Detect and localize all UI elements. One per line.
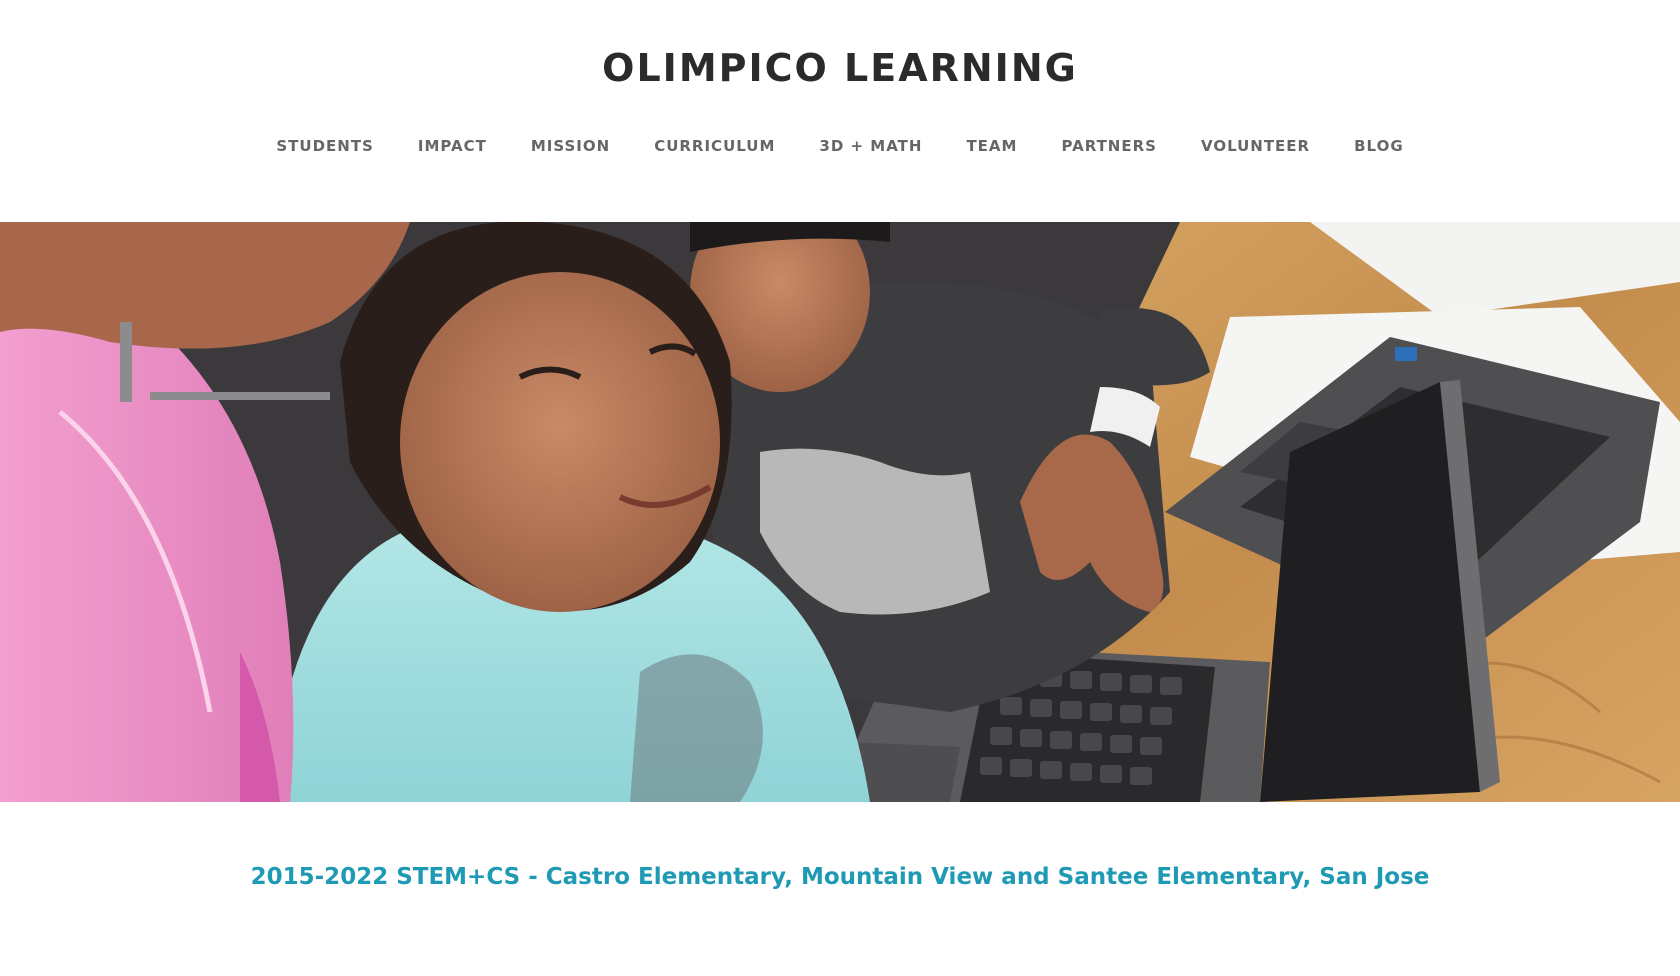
site-title[interactable]: OLIMPICO LEARNING bbox=[0, 42, 1680, 94]
nav-item-3d-math[interactable]: 3D + MATH bbox=[797, 131, 944, 161]
nav-item-volunteer[interactable]: VOLUNTEER bbox=[1179, 131, 1332, 161]
nav-item-mission[interactable]: MISSION bbox=[509, 131, 632, 161]
chair-frame bbox=[150, 392, 330, 400]
nav-item-partners[interactable]: PARTNERS bbox=[1039, 131, 1179, 161]
nav-item-team[interactable]: TEAM bbox=[944, 131, 1039, 161]
hero-caption: 2015-2022 STEM+CS - Castro Elementary, M… bbox=[250, 864, 1430, 890]
chair-frame bbox=[120, 322, 132, 402]
girl-face bbox=[400, 272, 720, 612]
hero-image bbox=[0, 222, 1680, 802]
nav-item-impact[interactable]: IMPACT bbox=[396, 131, 509, 161]
sticker-logo bbox=[1395, 347, 1417, 361]
nav-item-blog[interactable]: BLOG bbox=[1332, 131, 1426, 161]
nav-item-students[interactable]: STUDENTS bbox=[254, 131, 396, 161]
page: OLIMPICO LEARNING STUDENTS IMPACT MISSIO… bbox=[0, 0, 1680, 976]
hoodie-print bbox=[630, 654, 763, 802]
main-navigation: STUDENTS IMPACT MISSION CURRICULUM 3D + … bbox=[0, 131, 1680, 161]
hero-photo-illustration bbox=[0, 222, 1680, 802]
nav-item-curriculum[interactable]: CURRICULUM bbox=[632, 131, 797, 161]
